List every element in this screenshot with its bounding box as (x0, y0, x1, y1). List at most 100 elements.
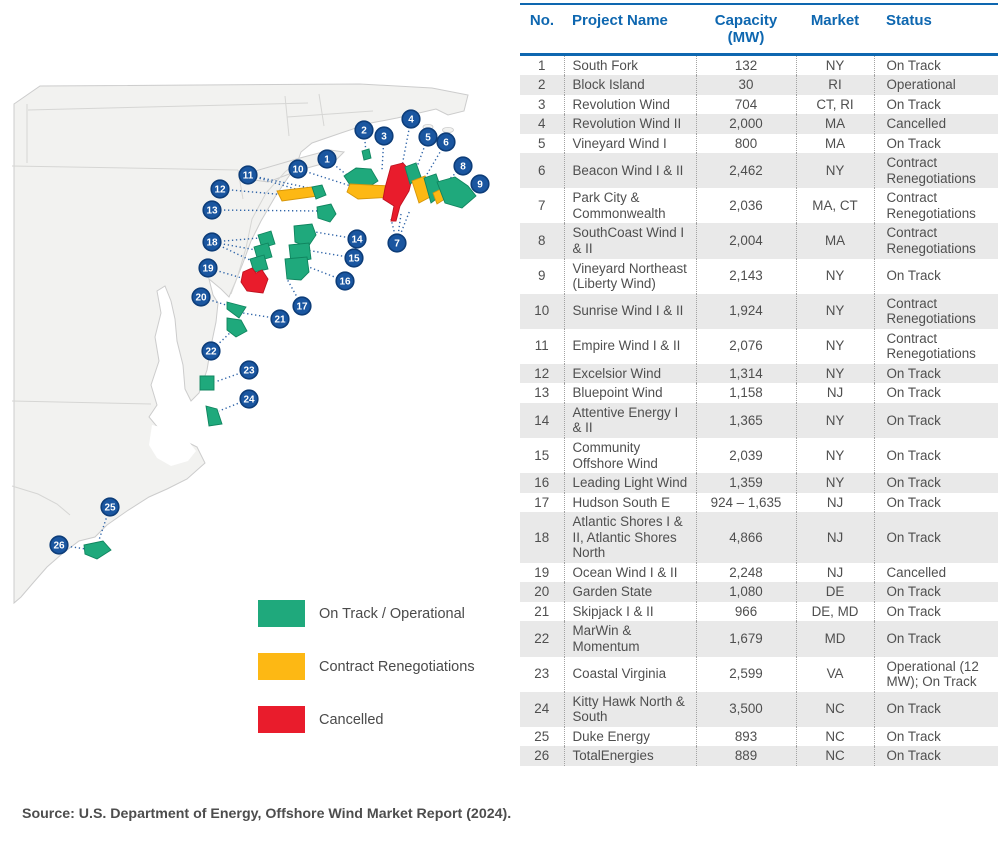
legend-label: Cancelled (319, 712, 384, 728)
map-marker-10: 10 (289, 160, 307, 178)
cell-market: NY (796, 473, 874, 493)
table-row: 19Ocean Wind I & II2,248NJCancelled (520, 563, 998, 583)
cell-market: NJ (796, 512, 874, 563)
marker-number: 18 (206, 238, 218, 249)
cell-status: On Track (874, 746, 998, 766)
cell-status: Contract Renegotiations (874, 153, 998, 188)
cell-capacity: 893 (696, 727, 796, 747)
marker-number: 8 (460, 162, 466, 173)
cell-project: Garden State (564, 582, 696, 602)
cell-no: 26 (520, 746, 564, 766)
map-marker-4: 4 (402, 110, 420, 128)
cell-project: Skipjack I & II (564, 602, 696, 622)
marker-number: 3 (381, 132, 387, 143)
cell-market: CT, RI (796, 95, 874, 115)
map-marker-23: 23 (240, 361, 258, 379)
table-row: 13Bluepoint Wind1,158NJOn Track (520, 383, 998, 403)
cell-project: Kitty Hawk North & South (564, 692, 696, 727)
cell-project: SouthCoast Wind I & II (564, 223, 696, 258)
legend-item-on_track: On Track / Operational (258, 600, 475, 627)
projects-table-panel: No. Project Name Capacity (MW) Market St… (520, 3, 998, 766)
cell-capacity: 1,080 (696, 582, 796, 602)
cell-status: On Track (874, 602, 998, 622)
wind-farm-ocean-wind (241, 268, 268, 293)
marker-number: 21 (274, 315, 286, 326)
legend-swatch-on_track (258, 600, 305, 627)
table-row: 15Community Offshore Wind2,039NYOn Track (520, 438, 998, 473)
cell-status: On Track (874, 493, 998, 513)
cell-status: On Track (874, 383, 998, 403)
marker-number: 25 (104, 503, 116, 514)
table-row: 12Excelsior Wind1,314NYOn Track (520, 364, 998, 384)
column-header-no: No. (520, 4, 564, 54)
cell-status: Cancelled (874, 114, 998, 134)
legend-item-cancelled: Cancelled (258, 706, 475, 733)
cell-no: 5 (520, 134, 564, 154)
table-row: 11Empire Wind I & II2,076NYContract Rene… (520, 329, 998, 364)
cell-capacity: 4,866 (696, 512, 796, 563)
cell-status: On Track (874, 438, 998, 473)
cell-project: Community Offshore Wind (564, 438, 696, 473)
wind-farm-bluepoint-wind (317, 204, 336, 222)
table-row: 26TotalEnergies889NCOn Track (520, 746, 998, 766)
table-row: 24Kitty Hawk North & South3,500NCOn Trac… (520, 692, 998, 727)
table-row: 10Sunrise Wind I & II1,924NYContract Ren… (520, 294, 998, 329)
column-header-project: Project Name (564, 4, 696, 54)
wind-farm-empire-wind (277, 187, 318, 201)
cell-status: Contract Renegotiations (874, 223, 998, 258)
cell-market: MD (796, 621, 874, 656)
cell-capacity: 2,036 (696, 188, 796, 223)
marker-number: 24 (243, 395, 255, 406)
cell-status: On Track (874, 582, 998, 602)
cell-no: 10 (520, 294, 564, 329)
table-row: 2Block Island30RIOperational (520, 75, 998, 95)
cell-status: On Track (874, 512, 998, 563)
cell-capacity: 2,000 (696, 114, 796, 134)
legend: On Track / OperationalContract Renegotia… (258, 600, 475, 759)
cell-no: 24 (520, 692, 564, 727)
cell-no: 9 (520, 259, 564, 294)
map-marker-26: 26 (50, 536, 68, 554)
map-marker-6: 6 (437, 133, 455, 151)
map-marker-3: 3 (375, 127, 393, 145)
cell-capacity: 132 (696, 54, 796, 75)
cell-no: 18 (520, 512, 564, 563)
cell-status: On Track (874, 473, 998, 493)
cell-no: 3 (520, 95, 564, 115)
table-row: 9Vineyard Northeast (Liberty Wind)2,143N… (520, 259, 998, 294)
table-header: No. Project Name Capacity (MW) Market St… (520, 4, 998, 54)
cell-capacity: 3,500 (696, 692, 796, 727)
cell-no: 16 (520, 473, 564, 493)
map-marker-1: 1 (318, 150, 336, 168)
table-row: 1South Fork132NYOn Track (520, 54, 998, 75)
cell-capacity: 704 (696, 95, 796, 115)
table-row: 3Revolution Wind704CT, RIOn Track (520, 95, 998, 115)
cell-project: Empire Wind I & II (564, 329, 696, 364)
cell-market: NY (796, 54, 874, 75)
cell-market: RI (796, 75, 874, 95)
cell-capacity: 2,076 (696, 329, 796, 364)
cell-project: Leading Light Wind (564, 473, 696, 493)
cell-status: On Track (874, 403, 998, 438)
cell-status: On Track (874, 54, 998, 75)
marker-number: 19 (202, 264, 214, 275)
cell-project: Bluepoint Wind (564, 383, 696, 403)
map-panel: 1234567891011121314151617181920212223242… (0, 0, 520, 845)
cell-capacity: 1,679 (696, 621, 796, 656)
cell-no: 25 (520, 727, 564, 747)
map-marker-2: 2 (355, 121, 373, 139)
column-header-capacity: Capacity (MW) (696, 4, 796, 54)
cell-no: 22 (520, 621, 564, 656)
wind-farm-duke-totalenergies (84, 541, 111, 559)
map-marker-14: 14 (348, 230, 366, 248)
cell-capacity: 2,248 (696, 563, 796, 583)
cell-status: On Track (874, 259, 998, 294)
cell-market: MA, CT (796, 188, 874, 223)
wind-farm-garden-state-skipjack (227, 302, 246, 318)
cell-status: On Track (874, 692, 998, 727)
marker-number: 13 (206, 206, 218, 217)
landmass (12, 84, 468, 603)
cell-project: Block Island (564, 75, 696, 95)
table-row: 18Atlantic Shores I & II, Atlantic Shore… (520, 512, 998, 563)
cell-no: 23 (520, 657, 564, 692)
